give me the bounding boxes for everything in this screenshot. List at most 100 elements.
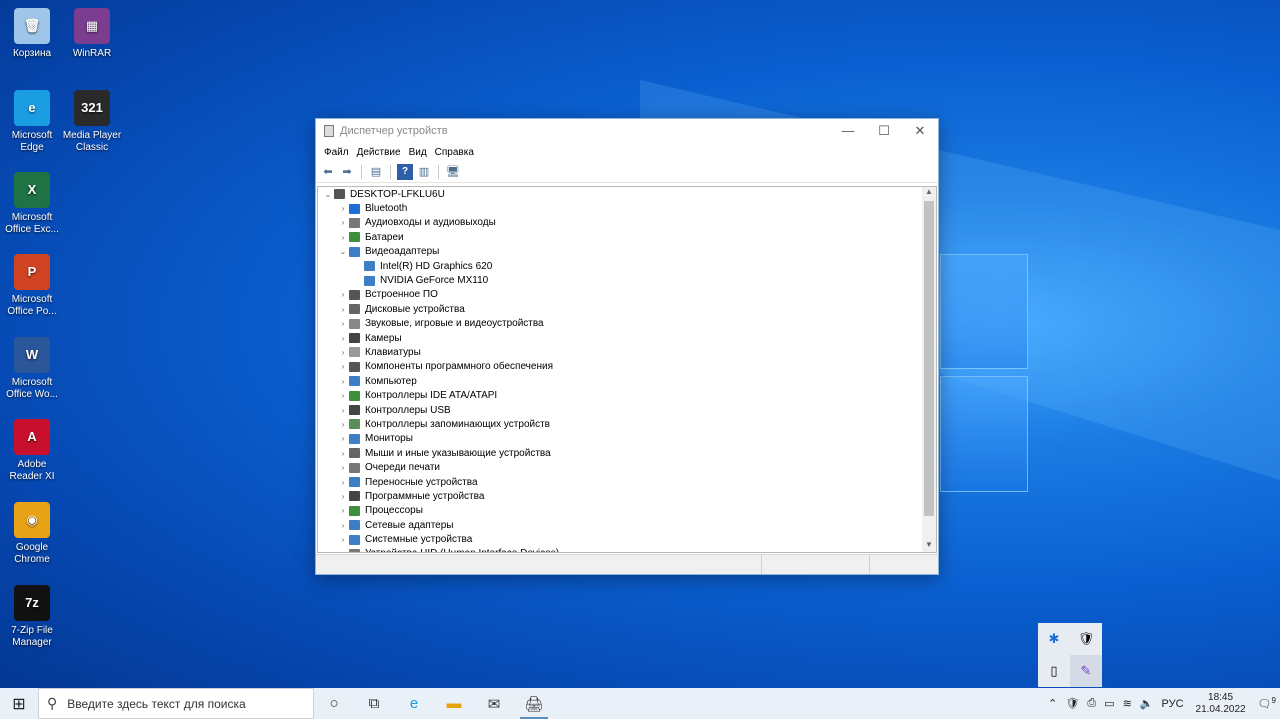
desktop-shortcut[interactable]: A Adobe Reader XI bbox=[0, 419, 64, 483]
battery-icon[interactable]: ▭ bbox=[1104, 697, 1114, 710]
task-switch-icon[interactable]: ⧉ bbox=[354, 688, 394, 719]
language-indicator[interactable]: РУС bbox=[1161, 698, 1183, 710]
help-icon[interactable]: ? bbox=[397, 163, 413, 180]
tree-item[interactable]: › Звуковые, игровые и видеоустройства bbox=[318, 317, 936, 331]
chevron-right-icon[interactable]: › bbox=[337, 362, 349, 371]
security-shield-icon[interactable]: 🛡 bbox=[1070, 623, 1102, 655]
desktop-shortcut[interactable]: P Microsoft Office Po... bbox=[0, 254, 64, 318]
maximize-button[interactable]: ☐ bbox=[866, 123, 902, 139]
chevron-right-icon[interactable]: › bbox=[337, 463, 349, 472]
tree-item[interactable]: › Встроенное ПО bbox=[318, 288, 936, 302]
tree-item[interactable]: › Контроллеры USB bbox=[318, 403, 936, 417]
camera-icon[interactable]: ⎙ bbox=[1087, 697, 1096, 710]
menu-file[interactable]: Файл bbox=[320, 147, 353, 158]
details-icon[interactable]: ▥ bbox=[416, 164, 432, 180]
tree-item[interactable]: › Сетевые адаптеры bbox=[318, 518, 936, 532]
desktop-shortcut[interactable]: 321 Media Player Classic bbox=[60, 90, 124, 154]
properties-icon[interactable]: ▤ bbox=[368, 164, 384, 180]
tree-item[interactable]: › Переносные устройства bbox=[318, 475, 936, 489]
chevron-right-icon[interactable]: › bbox=[337, 506, 349, 515]
chevron-right-icon[interactable]: › bbox=[337, 334, 349, 343]
forward-arrow-icon[interactable]: ➡ bbox=[339, 164, 355, 180]
vertical-scrollbar[interactable]: ▲ ▼ bbox=[922, 187, 936, 552]
tree-item[interactable]: › Системные устройства bbox=[318, 532, 936, 546]
desktop-shortcut[interactable]: ◉ Google Chrome bbox=[0, 502, 64, 566]
desktop-shortcut[interactable]: ▦ WinRAR bbox=[60, 8, 124, 60]
tree-item[interactable]: › Аудиовходы и аудиовыходы bbox=[318, 216, 936, 230]
task-view-button[interactable]: ○ bbox=[314, 688, 354, 719]
tree-item[interactable]: › Клавиатуры bbox=[318, 345, 936, 359]
file-explorer-icon[interactable]: ▬ bbox=[434, 688, 474, 719]
tree-item[interactable]: › Процессоры bbox=[318, 504, 936, 518]
chevron-right-icon[interactable]: › bbox=[337, 348, 349, 357]
chevron-right-icon[interactable]: › bbox=[337, 377, 349, 386]
tree-item[interactable]: › Компоненты программного обеспечения bbox=[318, 360, 936, 374]
chevron-right-icon[interactable]: › bbox=[337, 391, 349, 400]
usb-device-icon[interactable]: ▯ bbox=[1038, 655, 1070, 687]
chevron-right-icon[interactable]: › bbox=[337, 449, 349, 458]
search-box[interactable]: ⚲ Введите здесь текст для поиска bbox=[38, 688, 314, 719]
desktop-shortcut[interactable]: 7z 7-Zip File Manager bbox=[0, 585, 64, 649]
device-manager-taskbar-icon[interactable]: 🖨 bbox=[514, 688, 554, 719]
tree-root[interactable]: ⌄ DESKTOP-LFKLU6U bbox=[318, 187, 936, 201]
desktop-shortcut[interactable]: X Microsoft Office Exc... bbox=[0, 172, 64, 236]
chevron-right-icon[interactable]: › bbox=[337, 535, 349, 544]
chevron-down-icon[interactable]: ⌄ bbox=[337, 247, 349, 256]
device-manager-window[interactable]: Диспетчер устройств — ☐ ✕ Файл Действие … bbox=[315, 118, 939, 575]
tree-item[interactable]: › Контроллеры запоминающих устройств bbox=[318, 417, 936, 431]
chevron-right-icon[interactable]: › bbox=[337, 233, 349, 242]
tree-item[interactable]: › Очереди печати bbox=[318, 460, 936, 474]
chevron-right-icon[interactable]: › bbox=[337, 218, 349, 227]
chevron-up-icon[interactable]: ⌃ bbox=[1048, 697, 1057, 710]
device-tree[interactable]: ⌄ DESKTOP-LFKLU6U › Bluetooth › Аудиовходы … bbox=[317, 186, 937, 553]
tree-item[interactable]: NVIDIA GeForce MX110 bbox=[318, 273, 936, 287]
chevron-down-icon[interactable]: ⌄ bbox=[322, 190, 334, 199]
chevron-right-icon[interactable]: › bbox=[337, 478, 349, 487]
tree-item[interactable]: › Компьютер bbox=[318, 374, 936, 388]
wifi-icon[interactable]: ≋ bbox=[1123, 697, 1132, 710]
tree-item[interactable]: Intel(R) HD Graphics 620 bbox=[318, 259, 936, 273]
tree-item[interactable]: › Мыши и иные указывающие устройства bbox=[318, 446, 936, 460]
desktop-shortcut[interactable]: W Microsoft Office Wo... bbox=[0, 337, 64, 401]
start-button[interactable]: ⊞ bbox=[0, 688, 38, 719]
chevron-right-icon[interactable]: › bbox=[337, 434, 349, 443]
tree-item[interactable]: › Дисковые устройства bbox=[318, 302, 936, 316]
close-button[interactable]: ✕ bbox=[902, 123, 938, 139]
tree-item[interactable]: › Батареи bbox=[318, 230, 936, 244]
scroll-down-icon[interactable]: ▼ bbox=[922, 540, 936, 552]
chevron-right-icon[interactable]: › bbox=[337, 521, 349, 530]
chevron-right-icon[interactable]: › bbox=[337, 204, 349, 213]
mail-icon[interactable]: ✉ bbox=[474, 688, 514, 719]
tree-item[interactable]: › Программные устройства bbox=[318, 489, 936, 503]
tree-item[interactable]: › Контроллеры IDE ATA/ATAPI bbox=[318, 388, 936, 402]
desktop-shortcut[interactable]: 🗑 Корзина bbox=[0, 8, 64, 60]
menu-help[interactable]: Справка bbox=[431, 147, 478, 158]
menu-view[interactable]: Вид bbox=[405, 147, 431, 158]
scroll-up-icon[interactable]: ▲ bbox=[922, 187, 936, 199]
chevron-right-icon[interactable]: › bbox=[337, 290, 349, 299]
scan-hardware-icon[interactable]: 🖥 bbox=[445, 164, 461, 180]
tree-item[interactable]: › Мониторы bbox=[318, 432, 936, 446]
chevron-right-icon[interactable]: › bbox=[337, 406, 349, 415]
bluetooth-icon[interactable]: ✱ bbox=[1038, 623, 1070, 655]
chevron-right-icon[interactable]: › bbox=[337, 305, 349, 314]
tree-item[interactable]: › Bluetooth bbox=[318, 201, 936, 215]
chevron-right-icon[interactable]: › bbox=[337, 549, 349, 552]
title-bar[interactable]: Диспетчер устройств — ☐ ✕ bbox=[316, 119, 938, 143]
chevron-right-icon[interactable]: › bbox=[337, 319, 349, 328]
volume-icon[interactable]: 🔈 bbox=[1140, 697, 1154, 710]
clock[interactable]: 18:45 21.04.2022 bbox=[1196, 692, 1246, 716]
minimize-button[interactable]: — bbox=[830, 123, 866, 139]
tree-item[interactable]: ⌄ Видеоадаптеры bbox=[318, 245, 936, 259]
desktop-shortcut[interactable]: e Microsoft Edge bbox=[0, 90, 64, 154]
pen-icon[interactable]: ✎ bbox=[1070, 655, 1102, 687]
security-icon[interactable]: 🛡 bbox=[1065, 697, 1079, 710]
tree-item[interactable]: › Камеры bbox=[318, 331, 936, 345]
notification-icon[interactable]: 🗨9 bbox=[1258, 696, 1276, 711]
edge-taskbar-icon[interactable]: e bbox=[394, 688, 434, 719]
menu-action[interactable]: Действие bbox=[353, 147, 405, 158]
tree-item[interactable]: › Устройства HID (Human Interface Devices… bbox=[318, 547, 936, 552]
scroll-thumb[interactable] bbox=[924, 201, 934, 516]
chevron-right-icon[interactable]: › bbox=[337, 420, 349, 429]
back-arrow-icon[interactable]: ⬅ bbox=[320, 164, 336, 180]
